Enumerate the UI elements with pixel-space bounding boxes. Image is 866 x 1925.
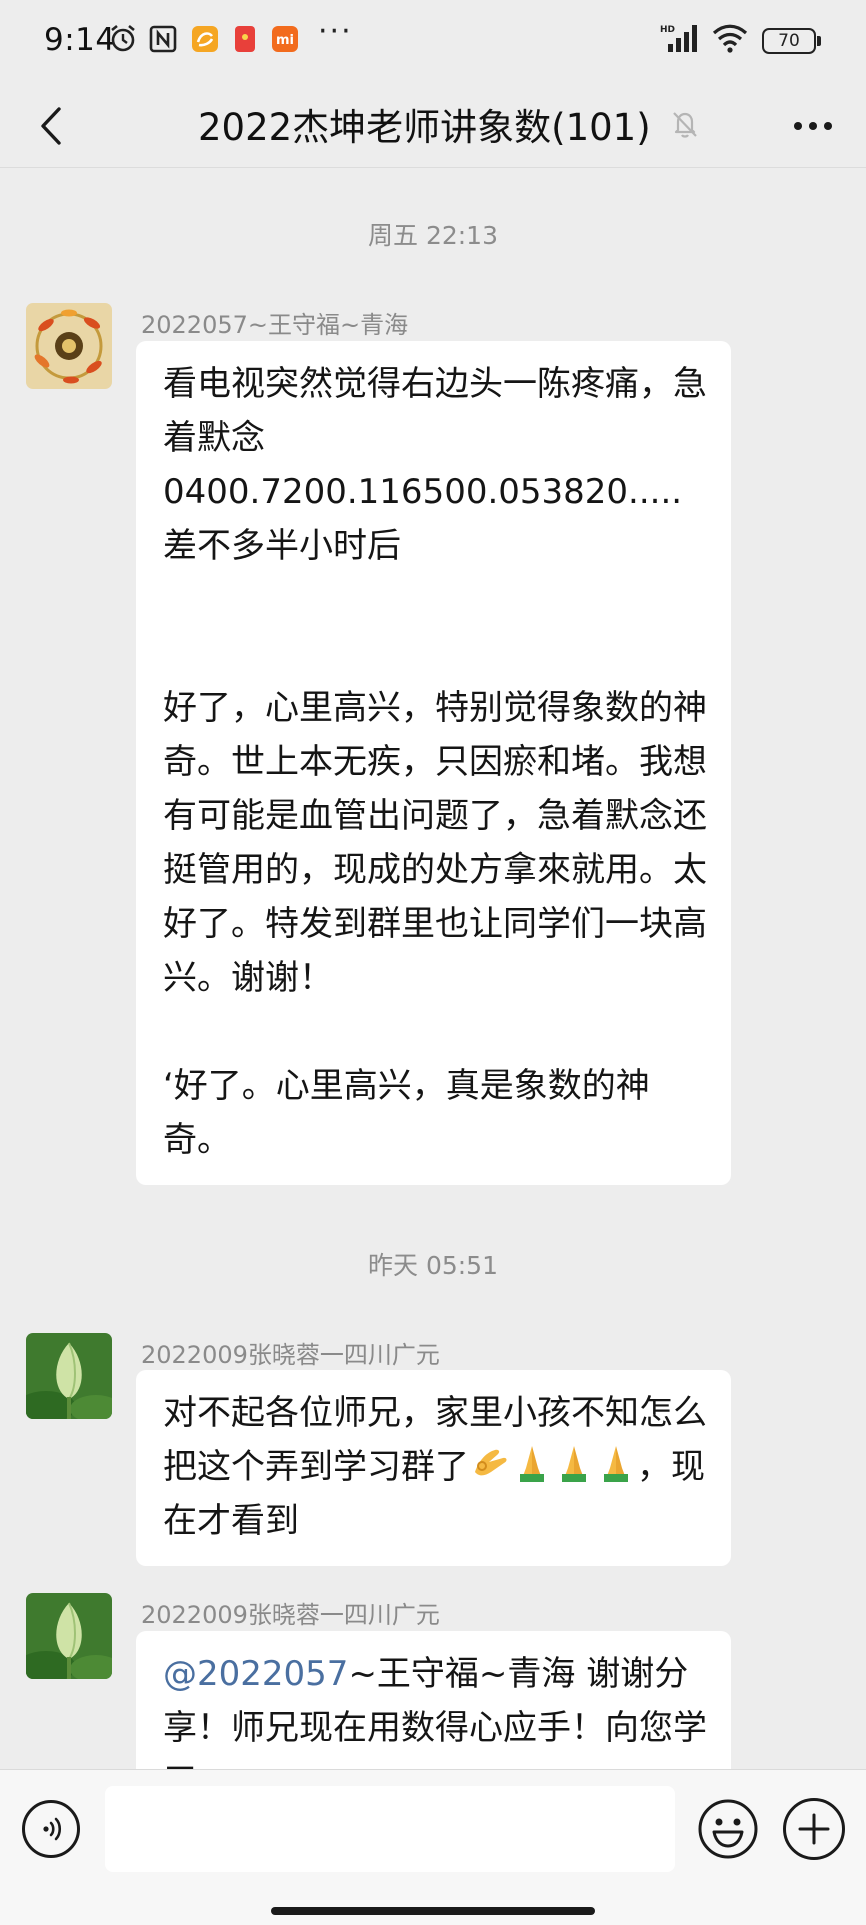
battery-tip xyxy=(817,36,821,46)
wifi-icon xyxy=(712,24,748,53)
message-timestamp: 昨天 05:51 xyxy=(368,1251,498,1280)
sender-name: 2022009张晓蓉一四川广元 xyxy=(141,1601,440,1629)
status-bar: 9:14 mi ··· HD 70 xyxy=(0,0,866,82)
message-text: 好了，心里高兴，特别觉得象数的神奇。世上本无疾，只因瘀和堵。我想有可能是血管出问… xyxy=(163,688,707,998)
plus-icon xyxy=(798,1813,830,1845)
more-dots-icon xyxy=(794,122,832,130)
sender-name: 2022009张晓蓉一四川广元 xyxy=(141,1341,440,1369)
more-options-button[interactable] xyxy=(782,96,844,156)
svg-text:HD: HD xyxy=(660,25,675,35)
message-bubble[interactable]: 对不起各位师兄，家里小孩不知怎么把这个弄到学习群了 ，现在才看到 xyxy=(136,1370,731,1566)
folded-hands-emoji-icon xyxy=(562,1446,586,1482)
emoji-button[interactable] xyxy=(697,1798,759,1860)
koi-fish-avatar-image xyxy=(26,303,112,389)
sender-name: 2022057~王守福~青海 xyxy=(141,311,409,339)
home-indicator[interactable] xyxy=(271,1907,595,1915)
message-bubble[interactable]: 看电视突然觉得右边头一陈疼痛，急着默念 0400.7200.116500.053… xyxy=(136,341,731,1185)
voice-icon xyxy=(43,1817,62,1841)
folded-hands-emoji-icon xyxy=(604,1446,628,1482)
alarm-icon xyxy=(111,24,135,52)
app-notification-icon xyxy=(192,26,218,52)
header-title-group: 2022杰坤老师讲象数(101) xyxy=(198,92,701,156)
message-timestamp: 周五 22:13 xyxy=(368,221,498,250)
avatar[interactable] xyxy=(26,1593,112,1679)
input-toolbar xyxy=(0,1769,866,1925)
message-text: 看电视突然觉得右边头一陈疼痛，急着默念 xyxy=(163,364,707,458)
status-more-icon: ··· xyxy=(318,14,353,49)
message-text: 对不起各位师兄，家里小孩不知怎么把这个弄到学习群了 ，现在才看到 xyxy=(163,1386,707,1548)
folded-hands-emoji-icon xyxy=(520,1446,544,1482)
chat-header: 2022杰坤老师讲象数(101) xyxy=(0,82,866,168)
mention-link[interactable]: @2022057 xyxy=(163,1654,348,1694)
voice-input-button[interactable] xyxy=(22,1800,80,1858)
message-text: ‘好了。心里高兴，真是象数的神奇。 xyxy=(163,1066,650,1160)
lotus-bud-avatar-image xyxy=(26,1593,112,1679)
page-title: 2022杰坤老师讲象数(101) xyxy=(198,106,651,149)
message-bubble[interactable]: @2022057~王守福~青海 谢谢分享！师兄现在用数得心应手！向您学习 xyxy=(136,1631,731,1769)
signal-icon: HD xyxy=(660,25,697,52)
battery-level: 70 xyxy=(778,31,800,51)
message-text: @2022057~王守福~青海 谢谢分享！师兄现在用数得心应手！向您学习 xyxy=(163,1647,707,1769)
avatar[interactable] xyxy=(26,1333,112,1419)
message-input[interactable] xyxy=(105,1786,675,1872)
red-packet-icon xyxy=(235,26,255,52)
nfc-icon xyxy=(149,25,177,53)
status-time: 9:14 xyxy=(44,22,116,58)
avatar[interactable] xyxy=(26,303,112,389)
ok-hand-emoji-icon xyxy=(475,1449,507,1476)
more-functions-button[interactable] xyxy=(783,1798,845,1860)
lotus-bud-avatar-image xyxy=(26,1333,112,1419)
chevron-left-icon xyxy=(41,107,61,145)
battery-icon: 70 xyxy=(762,28,816,54)
back-button[interactable] xyxy=(22,96,82,156)
svg-text:mi: mi xyxy=(276,33,294,48)
bell-off-icon xyxy=(672,112,697,138)
mi-app-icon: mi xyxy=(272,26,298,52)
chat-message-list[interactable]: 周五 22:13 2022057~王守福~青海 看电视突然觉得右边头一陈疼痛，急… xyxy=(0,169,866,1769)
message-text: 0400.7200.116500.053820.....差不多半小时后 xyxy=(163,472,683,566)
